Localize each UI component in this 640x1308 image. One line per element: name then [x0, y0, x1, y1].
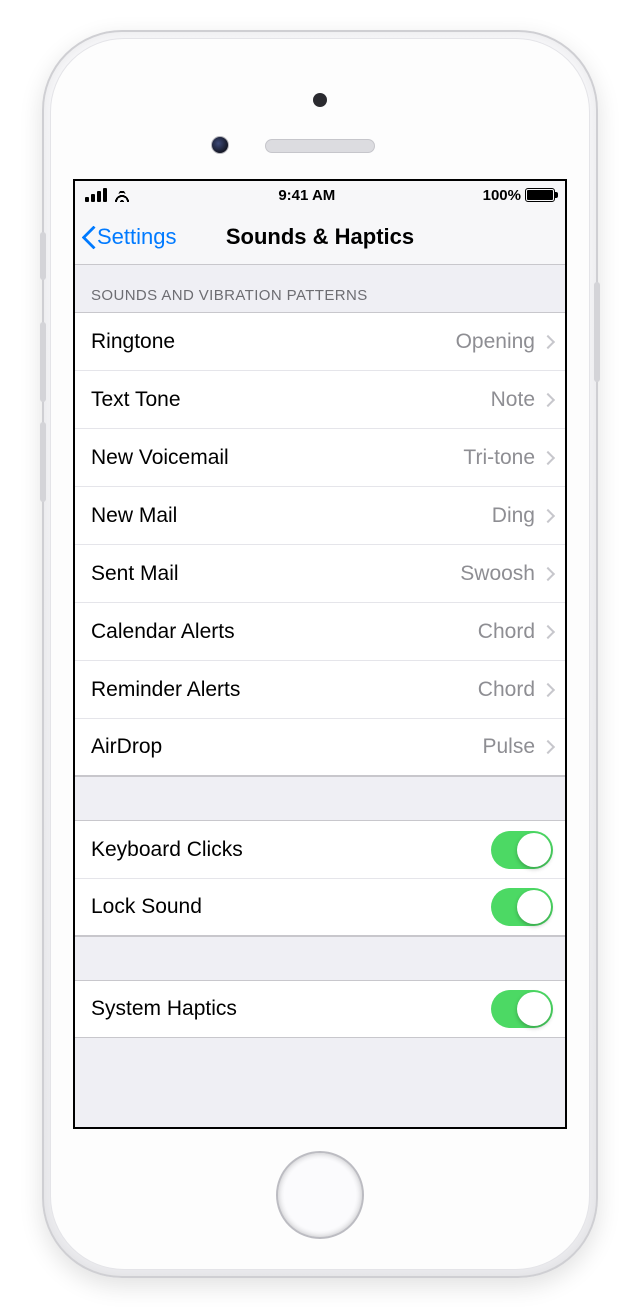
row-value: Pulse [482, 735, 535, 759]
navigation-bar: Settings Sounds & Haptics [75, 209, 565, 265]
front-camera [211, 136, 229, 154]
row-value: Opening [456, 330, 535, 354]
signal-icon [85, 188, 107, 202]
earpiece [265, 139, 375, 153]
section-header-patterns: SOUNDS AND VIBRATION PATTERNS [75, 265, 565, 312]
proximity-sensor [313, 93, 327, 107]
chevron-right-icon [541, 508, 555, 522]
chevron-right-icon [541, 450, 555, 464]
back-button[interactable]: Settings [81, 209, 177, 264]
list-item[interactable]: New VoicemailTri-tone [75, 428, 565, 486]
row-value: Note [491, 388, 535, 412]
device-frame: 9:41 AM 100% Settings Sounds & Haptics S… [42, 30, 598, 1278]
row-label: New Voicemail [91, 446, 463, 470]
row-label: Keyboard Clicks [91, 838, 491, 862]
row-label: System Haptics [91, 997, 491, 1021]
section-gap [75, 776, 565, 820]
chevron-right-icon [541, 682, 555, 696]
status-time: 9:41 AM [278, 187, 335, 204]
page-title: Sounds & Haptics [226, 224, 414, 250]
toggle-switch[interactable] [491, 831, 553, 869]
chevron-left-icon [81, 225, 95, 249]
list-item[interactable]: Reminder AlertsChord [75, 660, 565, 718]
row-label: Text Tone [91, 388, 491, 412]
device-bezel: 9:41 AM 100% Settings Sounds & Haptics S… [50, 38, 590, 1270]
row-value: Ding [492, 504, 535, 528]
row-value: Tri-tone [463, 446, 535, 470]
chevron-right-icon [541, 566, 555, 580]
chevron-right-icon [541, 334, 555, 348]
list-item[interactable]: AirDropPulse [75, 718, 565, 776]
row-value: Chord [478, 678, 535, 702]
haptics-toggles-list: System Haptics [75, 980, 565, 1038]
sound-patterns-list: RingtoneOpeningText ToneNoteNew Voicemai… [75, 312, 565, 776]
power-button [594, 282, 600, 382]
row-label: New Mail [91, 504, 492, 528]
row-value: Swoosh [460, 562, 535, 586]
row-label: AirDrop [91, 735, 482, 759]
list-item: System Haptics [75, 980, 565, 1038]
home-button[interactable] [276, 1151, 364, 1239]
back-label: Settings [97, 224, 177, 250]
list-item[interactable]: New MailDing [75, 486, 565, 544]
toggle-switch[interactable] [491, 990, 553, 1028]
battery-icon [525, 188, 555, 202]
chevron-right-icon [541, 740, 555, 754]
row-value: Chord [478, 620, 535, 644]
battery-text: 100% [483, 187, 521, 204]
row-label: Reminder Alerts [91, 678, 478, 702]
row-label: Lock Sound [91, 895, 491, 919]
list-item[interactable]: Sent MailSwoosh [75, 544, 565, 602]
list-item: Keyboard Clicks [75, 820, 565, 878]
status-bar: 9:41 AM 100% [75, 181, 565, 209]
chevron-right-icon [541, 624, 555, 638]
volume-up-button [40, 322, 46, 402]
list-item[interactable]: Calendar AlertsChord [75, 602, 565, 660]
list-item[interactable]: Text ToneNote [75, 370, 565, 428]
volume-down-button [40, 422, 46, 502]
row-label: Sent Mail [91, 562, 460, 586]
toggle-switch[interactable] [491, 888, 553, 926]
screen: 9:41 AM 100% Settings Sounds & Haptics S… [73, 179, 567, 1129]
row-label: Calendar Alerts [91, 620, 478, 644]
chevron-right-icon [541, 392, 555, 406]
sound-toggles-list: Keyboard Clicks Lock Sound [75, 820, 565, 936]
list-item: Lock Sound [75, 878, 565, 936]
silent-switch [40, 232, 46, 280]
section-gap [75, 936, 565, 980]
list-item[interactable]: RingtoneOpening [75, 312, 565, 370]
wifi-icon [113, 188, 131, 202]
row-label: Ringtone [91, 330, 456, 354]
